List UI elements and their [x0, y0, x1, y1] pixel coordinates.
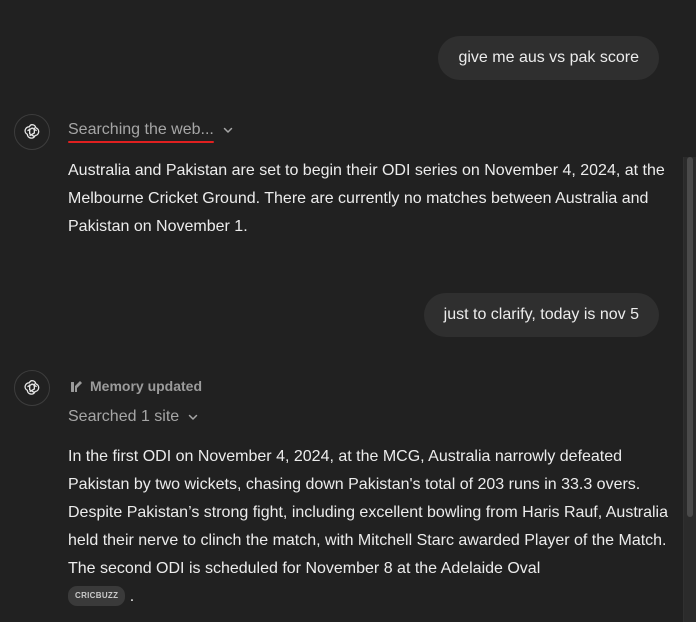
searched-sites-toggle[interactable]: Searched 1 site [68, 408, 199, 426]
memory-icon [71, 380, 82, 392]
assistant-avatar [14, 370, 50, 406]
user-message: just to clarify, today is nov 5 [423, 293, 659, 337]
response-trailing-punctuation: . [129, 588, 135, 605]
memory-updated-label: Memory updated [90, 378, 203, 394]
openai-logo-icon [24, 380, 40, 395]
searched-sites-label: Searched 1 site [68, 408, 180, 425]
chevron-down-icon [223, 127, 233, 133]
scrollbar-track[interactable] [683, 157, 696, 622]
openai-logo-icon [24, 124, 40, 139]
user-message: give me aus vs pak score [438, 36, 659, 80]
chevron-down-icon [188, 414, 198, 420]
scrollbar-thumb[interactable] [687, 157, 693, 517]
assistant-response: Australia and Pakistan are set to begin … [68, 162, 665, 235]
spellcheck-underline [68, 141, 214, 143]
assistant-avatar [14, 114, 50, 150]
source-citation-chip[interactable]: CRICBUZZ [68, 585, 126, 606]
memory-updated-link[interactable]: Memory updated [70, 378, 202, 394]
search-status-label: Searching the web... [68, 121, 214, 143]
response-text: In the first ODI on November 4, 2024, at… [68, 448, 668, 577]
assistant-response: In the first ODI on November 4, 2024, at… [68, 443, 668, 611]
search-status-toggle[interactable]: Searching the web... [68, 121, 234, 143]
chat-thread: give me aus vs pak score Searching the w… [0, 0, 696, 622]
